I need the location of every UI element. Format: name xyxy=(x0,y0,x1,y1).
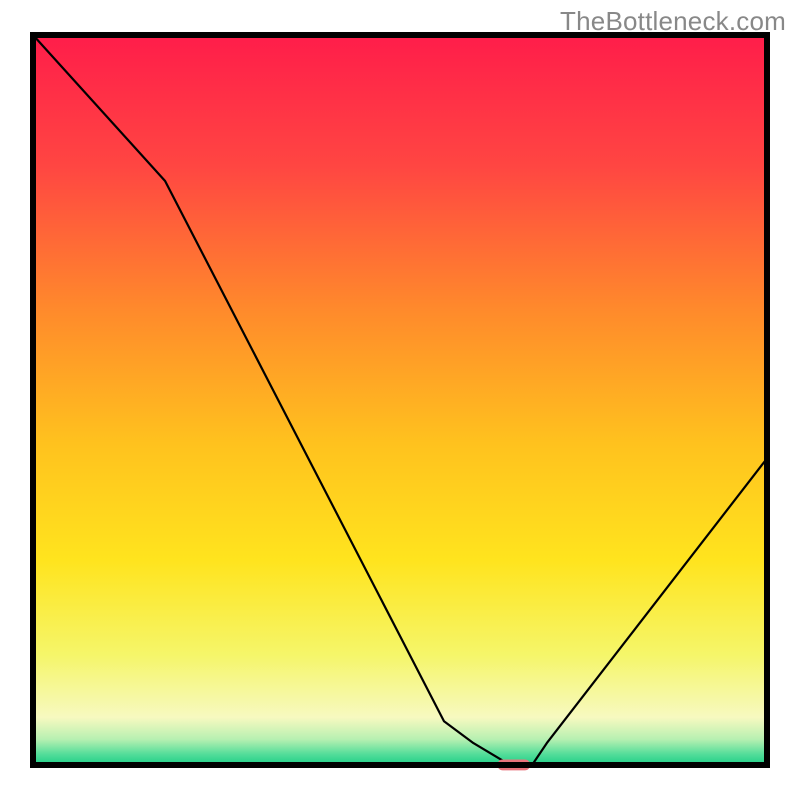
watermark-text: TheBottleneck.com xyxy=(560,6,786,37)
plot-background xyxy=(33,35,767,765)
chart-wrap: TheBottleneck.com xyxy=(0,0,800,800)
bottleneck-chart xyxy=(0,0,800,800)
